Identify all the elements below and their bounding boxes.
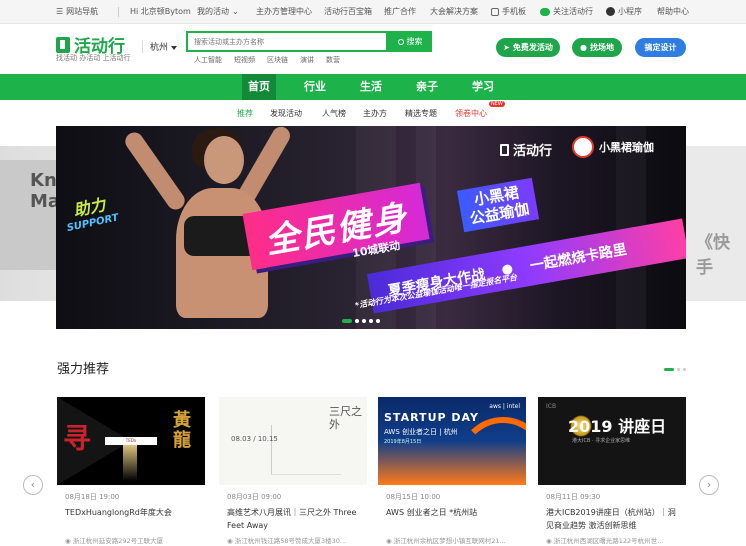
event-thumbnail: aws | intel STARTUP DAY AWS 创业者之日 | 杭州 2… <box>378 397 526 485</box>
chevron-left-icon: ‹ <box>30 478 36 491</box>
my-events-link[interactable]: 我的活动 ⌄ <box>197 6 239 17</box>
event-thumbnail: 08.03 / 10.15 三尺之外 <box>219 397 367 485</box>
solutions-link[interactable]: 大会解决方案 <box>430 6 478 17</box>
subnav-discover[interactable]: 发现活动 <box>270 108 302 119</box>
location-icon: ◉ <box>65 537 73 545</box>
event-thumbnail: 寻 TEDx 黃龍 <box>57 397 205 485</box>
follow-link[interactable]: 关注活动行 <box>540 6 593 17</box>
search-button[interactable]: 搜索 <box>388 31 432 52</box>
carousel-dot[interactable] <box>355 319 359 323</box>
event-card[interactable]: 寻 TEDx 黃龍 08月18日 19:00 TEDxHuanglongRd年度… <box>57 397 205 546</box>
site-slogan: 找活动 办活动 上活动行 <box>56 54 131 62</box>
yoga-tag: 小黑裙 公益瑜伽 <box>456 177 540 233</box>
carousel-indicator <box>342 319 380 323</box>
section-pager <box>664 368 686 371</box>
event-card[interactable]: ICB 2019 讲座日 港大ICB · 寻求企业家思维 08月11日 09:3… <box>538 397 686 546</box>
publish-event-button[interactable]: ➤ 免费发活动 <box>496 38 560 57</box>
city-selector[interactable]: 杭州 <box>142 40 178 53</box>
banner-partner: 小黑裙瑜伽 <box>572 136 654 158</box>
hero-banner[interactable]: 活动行 小黑裙瑜伽 助力 SUPPORT 小黑裙 公益瑜伽 全民健身 夏季瘦身大… <box>56 126 686 329</box>
help-link[interactable]: 帮助中心 <box>657 6 689 17</box>
nav-family[interactable]: 亲子 <box>410 74 444 100</box>
location-icon: ◉ <box>227 537 235 545</box>
nav-life[interactable]: 生活 <box>354 74 388 100</box>
event-card[interactable]: 08.03 / 10.15 三尺之外 08月03日 09:00 高维艺术八月展讯… <box>219 397 367 546</box>
custom-design-button[interactable]: 搞定设计 <box>635 38 686 57</box>
carousel-dot[interactable] <box>342 319 352 323</box>
top-bar: ☰ 网站导航 Hi 北京顿Bytom 我的活动 ⌄ 主办方管理中心 活动行百宝箱 推… <box>0 0 746 24</box>
hot-word[interactable]: 演讲 <box>300 55 314 65</box>
nav-home[interactable]: 首页 <box>242 74 276 100</box>
site-nav-link[interactable]: ☰ 网站导航 <box>56 6 98 17</box>
new-badge: NEW <box>489 101 505 107</box>
hot-word[interactable]: 数营 <box>326 55 340 65</box>
pager-dot[interactable] <box>677 368 680 371</box>
partner-logo-icon <box>572 136 594 158</box>
event-address: ◉ 浙江杭州余杭区梦想小镇互联网村21... <box>386 537 506 545</box>
hot-word[interactable]: 人工智能 <box>194 55 222 65</box>
search-box <box>186 31 388 52</box>
next-arrow-button[interactable]: › <box>699 475 719 495</box>
event-thumbnail: ICB 2019 讲座日 港大ICB · 寻求企业家思维 <box>538 397 686 485</box>
carousel-dot[interactable] <box>362 319 366 323</box>
section-title: 强力推荐 <box>57 362 110 377</box>
cooperation-link[interactable]: 推广合作 <box>384 6 416 17</box>
event-datetime: 08月15日 10:00 <box>386 493 441 501</box>
find-venue-button[interactable]: ● 找场地 <box>572 38 622 57</box>
wechat-icon <box>540 7 550 16</box>
event-address: ◉ 浙江杭州延安路292号工联大厦 <box>65 537 164 545</box>
support-tag: 助力 SUPPORT <box>65 194 120 235</box>
next-banner-peek: 《快手 <box>686 146 746 301</box>
event-title[interactable]: 高维艺术八月展讯｜三尺之外 Three Feet Away <box>227 506 363 532</box>
subnav-topics[interactable]: 精选专题 <box>405 108 437 119</box>
event-address: ◉ 浙江杭州西湖区曙光路122号杭州世... <box>546 537 664 545</box>
event-datetime: 08月11日 09:30 <box>546 493 601 501</box>
hot-words: 人工智能 短视频 区块链 演讲 数营 <box>194 55 340 65</box>
carousel-dot[interactable] <box>376 319 380 323</box>
carousel-dot[interactable] <box>369 319 373 323</box>
organizer-center-link[interactable]: 主办方管理中心 <box>256 6 312 17</box>
banner-brand: 活动行 <box>500 140 552 159</box>
send-icon: ➤ <box>503 43 510 52</box>
location-icon: ◉ <box>546 537 554 545</box>
phone-icon <box>491 7 499 16</box>
event-address: ◉ 浙江杭州钱江路58号赞成大厦3楼30... <box>227 537 347 545</box>
hot-word[interactable]: 区块链 <box>267 55 288 65</box>
location-icon: ● <box>580 43 587 52</box>
logo-icon <box>500 143 509 156</box>
nav-learning[interactable]: 学习 <box>466 74 500 100</box>
toolbox-link[interactable]: 活动行百宝箱 <box>324 6 372 17</box>
chevron-down-icon: ⌄ <box>232 7 239 16</box>
event-title[interactable]: 港大ICB2019讲座日（杭州站）｜洞见商业趋势 激活创新思维 <box>546 506 682 532</box>
event-title[interactable]: TEDxHuanglongRd年度大会 <box>65 506 201 519</box>
search-input[interactable] <box>188 33 386 50</box>
mini-program-icon <box>606 7 615 16</box>
subnav-popular[interactable]: 人气榜 <box>322 108 346 119</box>
subnav-recommend[interactable]: 推荐 <box>237 108 253 119</box>
nav-industry[interactable]: 行业 <box>298 74 332 100</box>
event-title[interactable]: AWS 创业者之日 *杭州站 <box>386 506 522 519</box>
subnav-organizer[interactable]: 主办方 <box>363 108 387 119</box>
event-card[interactable]: aws | intel STARTUP DAY AWS 创业者之日 | 杭州 2… <box>378 397 526 546</box>
caret-down-icon <box>171 45 178 50</box>
menu-icon: ☰ <box>56 7 64 16</box>
main-nav: 首页 行业 生活 亲子 学习 <box>0 74 746 100</box>
mobile-link[interactable]: 手机板 <box>491 6 526 17</box>
prev-banner-peek: Kn Ma <box>0 160 60 270</box>
chevron-right-icon: › <box>706 478 712 491</box>
search-icon <box>397 38 404 45</box>
hot-word[interactable]: 短视频 <box>234 55 255 65</box>
location-icon: ◉ <box>386 537 394 545</box>
pager-dot[interactable] <box>683 368 686 371</box>
logo-icon <box>56 36 70 53</box>
prev-arrow-button[interactable]: ‹ <box>23 475 43 495</box>
subnav-coupons[interactable]: 领卷中心 <box>455 108 487 119</box>
mini-program-link[interactable]: 小程序 <box>606 6 642 17</box>
greeting-text: Hi 北京顿Bytom <box>130 7 191 16</box>
event-datetime: 08月18日 19:00 <box>65 493 120 501</box>
event-datetime: 08月03日 09:00 <box>227 493 282 501</box>
pager-dot[interactable] <box>664 368 674 371</box>
